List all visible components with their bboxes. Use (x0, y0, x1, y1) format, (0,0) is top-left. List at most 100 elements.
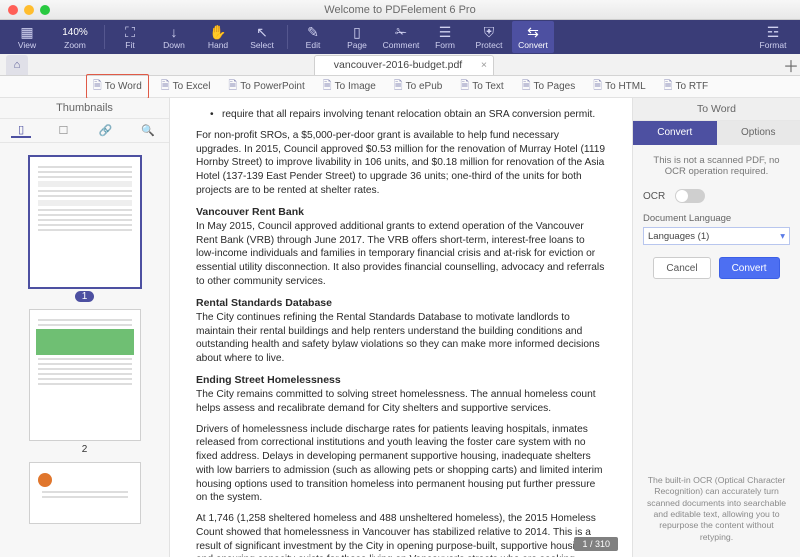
thumbnails-panel: Thumbnails ▯ ☐ 🔗 🔍 1 (0, 98, 170, 557)
down-button[interactable]: ↓Down (153, 21, 195, 53)
to-text-button[interactable]: 🗎To Text (454, 75, 509, 98)
view-button[interactable]: ▦ View (6, 21, 48, 53)
doc-icon: 🗎 (522, 77, 531, 96)
paragraph: In May 2015, Council approved additional… (196, 220, 606, 289)
workspace: Thumbnails ▯ ☐ 🔗 🔍 1 (0, 98, 800, 557)
heading: Rental Standards Database (196, 296, 606, 310)
document-view[interactable]: require that all repairs involving tenan… (170, 98, 632, 557)
document-tabbar: ⌂ vancouver-2016-budget.pdf × ＋ (0, 54, 800, 76)
add-tab-button[interactable]: ＋ (782, 53, 800, 77)
protect-button[interactable]: ⛨Protect (468, 21, 510, 53)
thumbnail-number: 1 (0, 291, 169, 302)
convert-panel: To Word Convert Options This is not a sc… (632, 98, 800, 557)
fit-icon: ⛶ (125, 24, 135, 40)
to-powerpoint-button[interactable]: 🗎To PowerPoint (222, 75, 310, 98)
thumbnail-number: 2 (0, 444, 169, 455)
thumbnail-page-1[interactable] (30, 157, 140, 287)
paragraph: The City continues refining the Rental S… (196, 311, 606, 366)
to-word-button[interactable]: 🗎To Word (86, 74, 149, 99)
thumbs-tab-search[interactable]: 🔍 (138, 124, 158, 137)
comment-icon: ✁ (395, 24, 407, 40)
thumbnail-page-2[interactable] (30, 310, 140, 440)
paragraph: The City remains committed to solving st… (196, 388, 606, 416)
convert-panel-tabs: Convert Options (633, 121, 800, 145)
tab-options[interactable]: Options (717, 121, 800, 145)
ocr-note: This is not a scanned PDF, no OCR operat… (643, 155, 790, 177)
convert-icon: ⇆ (527, 24, 539, 40)
page-icon: ▯ (353, 24, 361, 40)
convert-panel-buttons: Cancel Convert (643, 257, 790, 279)
toolbar-separator (104, 25, 105, 49)
doc-icon: 🗎 (161, 77, 170, 96)
edit-button[interactable]: ✎Edit (292, 21, 334, 53)
thumbs-tab-pages[interactable]: ▯ (11, 123, 31, 138)
convert-submenu: 🗎To Word 🗎To Excel 🗎To PowerPoint 🗎To Im… (0, 76, 800, 98)
chevron-down-icon: ▾ (780, 231, 785, 242)
main-toolbar: ▦ View 140% Zoom ⛶Fit ↓Down ✋Hand ↖Selec… (0, 20, 800, 54)
cursor-icon: ↖ (256, 24, 268, 40)
thumbnails-title: Thumbnails (0, 98, 169, 119)
language-label: Document Language (643, 213, 731, 224)
home-icon: ⌂ (14, 59, 21, 71)
to-excel-button[interactable]: 🗎To Excel (155, 75, 217, 98)
thumbnails-list: 1 2 (0, 143, 169, 557)
convert-panel-title: To Word (633, 98, 800, 121)
thumbnail-page-3[interactable] (30, 463, 140, 523)
format-button[interactable]: ☲Format (752, 21, 794, 53)
ocr-toggle[interactable] (675, 189, 705, 203)
page-indicator[interactable]: 1 / 310 (574, 537, 618, 551)
doc-icon: 🗎 (460, 77, 469, 96)
hand-button[interactable]: ✋Hand (197, 21, 239, 53)
grid-icon: ▦ (20, 24, 33, 40)
convert-go-button[interactable]: Convert (719, 257, 780, 279)
close-tab-icon[interactable]: × (481, 59, 487, 71)
shield-icon: ⛨ (484, 24, 495, 40)
thumbs-tab-attach[interactable]: 🔗 (96, 124, 116, 137)
paragraph: At 1,746 (1,258 sheltered homeless and 4… (196, 512, 606, 557)
format-icon: ☲ (767, 24, 780, 40)
paragraph: Drivers of homelessness include discharg… (196, 423, 606, 506)
to-epub-button[interactable]: 🗎To ePub (388, 75, 449, 98)
doc-icon: 🗎 (93, 77, 102, 96)
doc-icon: 🗎 (323, 77, 332, 96)
ocr-footer-note: The built-in OCR (Optical Character Reco… (633, 465, 800, 557)
zoom-button[interactable]: 140% Zoom (50, 21, 100, 53)
pencil-icon: ✎ (307, 24, 319, 40)
thumbnails-tabs: ▯ ☐ 🔗 🔍 (0, 119, 169, 143)
to-image-button[interactable]: 🗎To Image (317, 75, 382, 98)
ocr-row: OCR (643, 189, 790, 203)
heading: Ending Street Homelessness (196, 373, 606, 387)
paragraph: For non-profit SROs, a $5,000-per-door g… (196, 129, 606, 198)
language-select[interactable]: Languages (1) ▾ (643, 227, 790, 245)
bullet-item: require that all repairs involving tenan… (222, 108, 606, 122)
document-tab[interactable]: vancouver-2016-budget.pdf × (314, 55, 494, 75)
document-tab-label: vancouver-2016-budget.pdf (334, 59, 462, 71)
arrow-down-icon: ↓ (171, 24, 178, 40)
zoom-value: 140% (62, 24, 88, 40)
app-title: Welcome to PDFelement 6 Pro (0, 4, 800, 16)
convert-panel-body: This is not a scanned PDF, no OCR operat… (633, 145, 800, 289)
comment-button[interactable]: ✁Comment (380, 21, 422, 53)
language-value: Languages (1) (648, 231, 709, 242)
heading: Vancouver Rent Bank (196, 205, 606, 219)
fit-button[interactable]: ⛶Fit (109, 21, 151, 53)
thumbs-tab-bookmark[interactable]: ☐ (53, 124, 73, 137)
to-html-button[interactable]: 🗎To HTML (587, 75, 651, 98)
doc-icon: 🗎 (394, 77, 403, 96)
to-rtf-button[interactable]: 🗎To RTF (658, 75, 714, 98)
page-content: require that all repairs involving tenan… (196, 108, 606, 557)
window-titlebar: Welcome to PDFelement 6 Pro (0, 0, 800, 20)
doc-icon: 🗎 (593, 77, 602, 96)
home-tab[interactable]: ⌂ (6, 55, 28, 75)
doc-icon: 🗎 (228, 77, 237, 96)
to-pages-button[interactable]: 🗎To Pages (516, 75, 582, 98)
select-button[interactable]: ↖Select (241, 21, 283, 53)
toolbar-separator (287, 25, 288, 49)
ocr-label: OCR (643, 191, 665, 202)
page-button[interactable]: ▯Page (336, 21, 378, 53)
form-icon: ☰ (439, 24, 452, 40)
cancel-button[interactable]: Cancel (653, 257, 710, 279)
convert-button[interactable]: ⇆Convert (512, 21, 554, 53)
form-button[interactable]: ☰Form (424, 21, 466, 53)
tab-convert[interactable]: Convert (633, 121, 717, 145)
